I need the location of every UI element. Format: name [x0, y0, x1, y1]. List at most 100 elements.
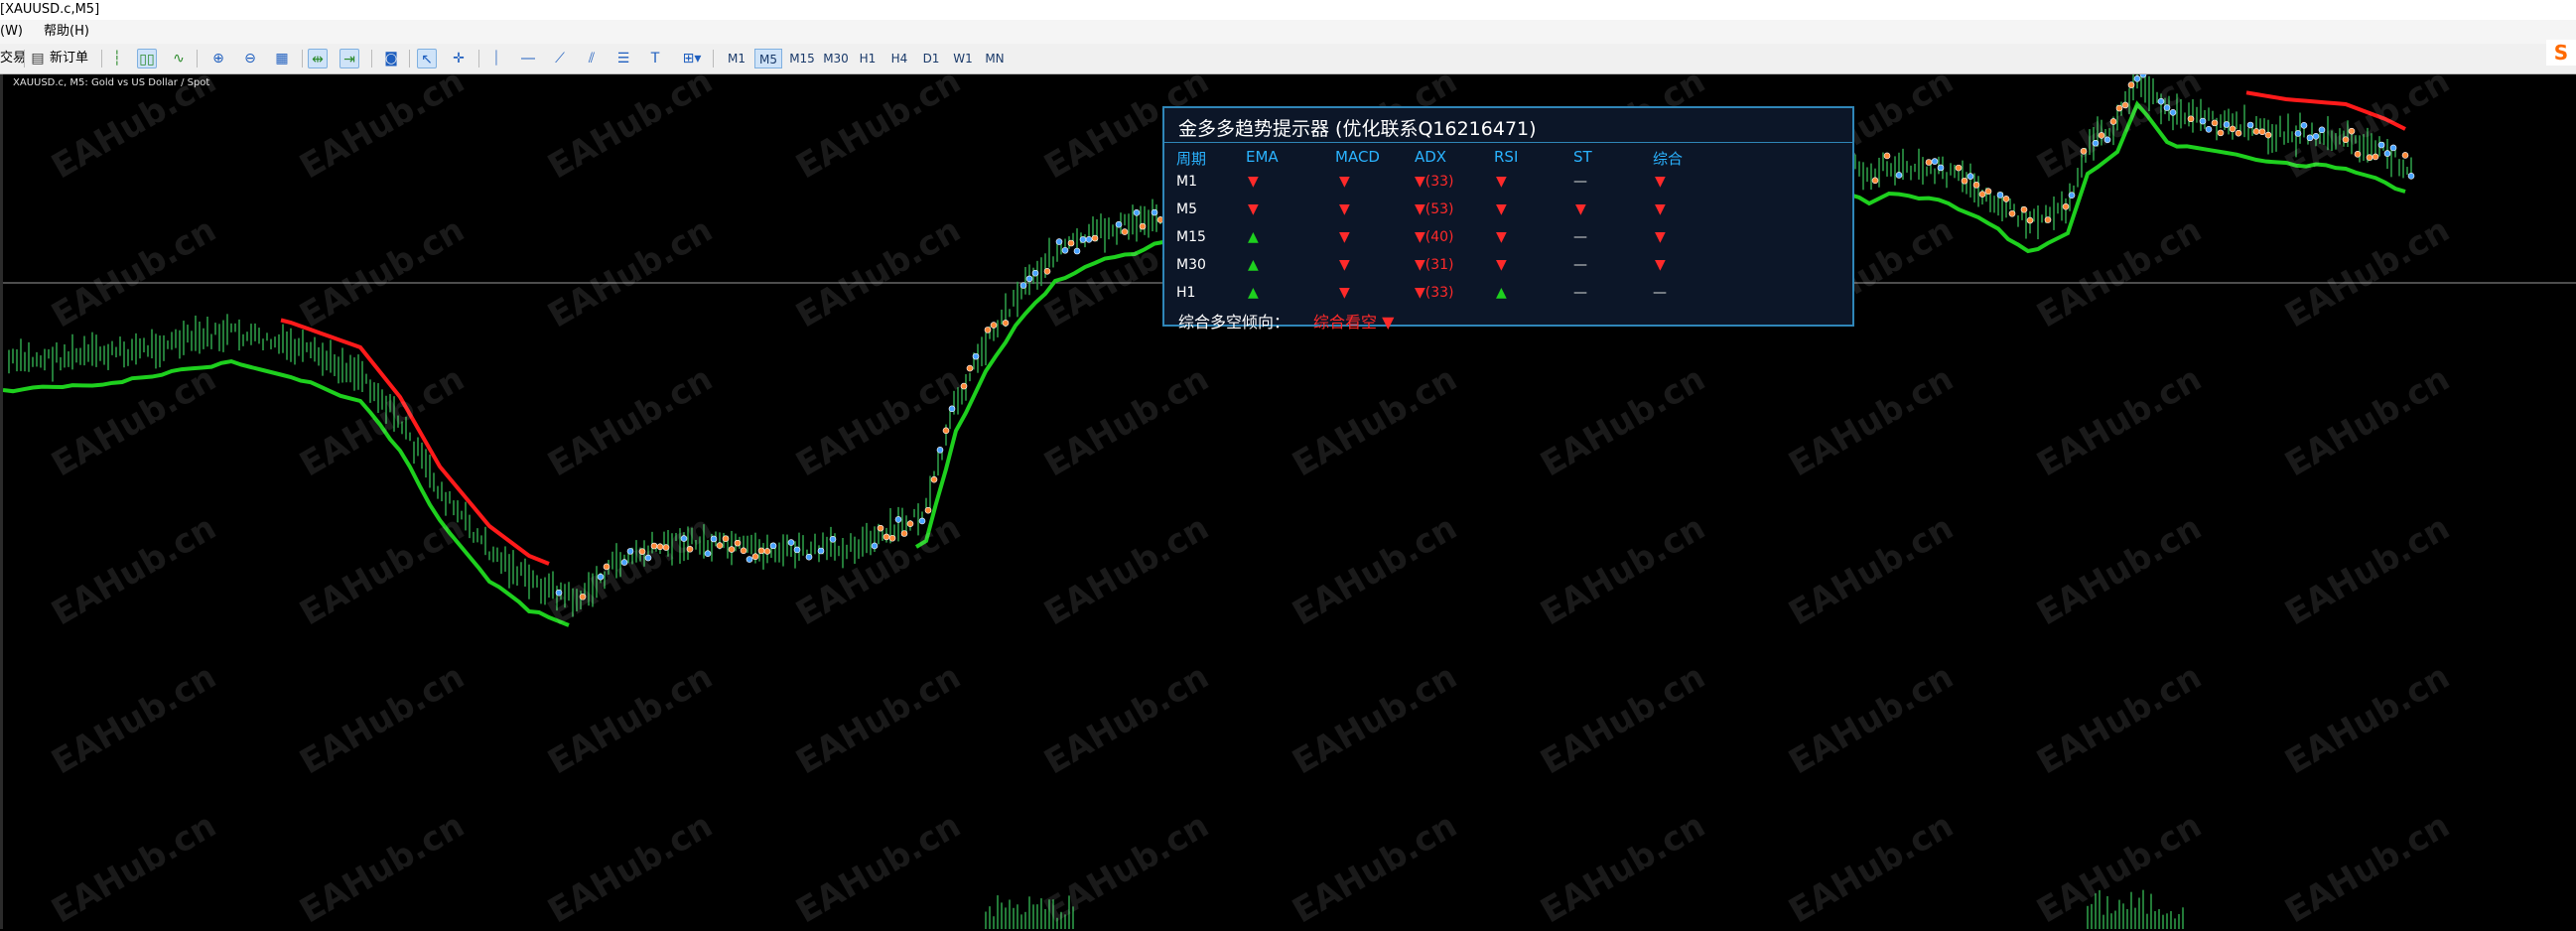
signal-marker — [1002, 320, 1010, 327]
channel-icon[interactable]: ⫽ — [582, 49, 602, 68]
signal-marker — [1151, 208, 1158, 216]
signal-marker — [1883, 152, 1891, 160]
signal-marker — [2044, 216, 2052, 223]
line-chart-icon[interactable]: ∿ — [169, 49, 189, 68]
signal-marker — [2002, 196, 2010, 202]
new-order-icon[interactable]: ▤ — [28, 49, 48, 68]
row-m30-adx: ▼(31) — [1415, 257, 1454, 273]
fibonacci-icon[interactable]: ☰ — [613, 49, 633, 68]
signal-marker — [2235, 129, 2242, 137]
row-h1-rsi: ▲ — [1496, 285, 1507, 301]
cursor-icon[interactable]: ↖ — [417, 49, 437, 68]
trendline-icon[interactable]: ⟋ — [550, 49, 570, 68]
timeframe-h1[interactable]: H1 — [854, 49, 881, 68]
header-summary: 综合 — [1653, 150, 1684, 168]
panel-title: 金多多趋势提示器 (优化联系Q16216471) — [1178, 118, 1537, 140]
signal-marker — [2217, 129, 2225, 137]
timeframe-m15[interactable]: M15 — [786, 49, 818, 68]
signal-marker — [817, 547, 825, 555]
signal-marker — [877, 524, 884, 532]
screenshot-icon[interactable]: ◙ — [381, 49, 401, 68]
signal-marker — [769, 542, 777, 550]
bar-chart-icon[interactable]: ┆ — [107, 49, 127, 68]
signal-marker — [2300, 121, 2308, 129]
signal-marker — [924, 506, 932, 514]
signal-marker — [734, 539, 742, 547]
signal-marker — [2372, 153, 2379, 161]
signal-marker — [2389, 144, 2397, 152]
row-m30-ema: ▲ — [1248, 257, 1259, 273]
menu-help[interactable]: 帮助(H) — [44, 22, 89, 42]
window-titlebar: [XAUUSD.c,M5] — [0, 0, 2576, 20]
signal-marker — [984, 327, 992, 333]
signal-marker — [972, 352, 980, 360]
signal-marker — [2258, 128, 2266, 136]
signal-marker — [2020, 205, 2028, 213]
header-macd: MACD — [1335, 148, 1380, 166]
row-m5-period: M5 — [1176, 201, 1197, 217]
signal-marker — [2133, 75, 2141, 82]
signal-marker — [740, 547, 747, 555]
signal-marker — [1978, 191, 1986, 198]
signal-marker — [793, 546, 801, 554]
zoom-in-icon[interactable]: ⊕ — [208, 49, 228, 68]
row-m1-ema: ▼ — [1248, 174, 1259, 190]
horizontal-line-icon[interactable]: ― — [518, 49, 538, 68]
vertical-line-icon[interactable]: ⏐ — [486, 49, 506, 68]
signal-marker — [942, 427, 950, 435]
timeframe-mn[interactable]: MN — [981, 49, 1009, 68]
signal-marker — [751, 553, 759, 561]
signal-marker — [716, 542, 724, 549]
row-m15-st: — — [1573, 229, 1587, 245]
signal-marker — [2127, 81, 2135, 88]
menu-window[interactable]: (W) — [0, 22, 23, 42]
header-rsi: RSI — [1494, 148, 1519, 166]
signal-marker — [1115, 220, 1123, 228]
signal-marker — [1925, 159, 1933, 166]
panel-divider — [1164, 142, 1852, 143]
auto-scroll-icon[interactable]: ⇹ — [308, 49, 328, 68]
row-h1-ema: ▲ — [1248, 285, 1259, 301]
signal-marker — [746, 556, 753, 563]
row-m1-period: M1 — [1176, 174, 1197, 190]
signal-marker — [1871, 177, 1879, 185]
zoom-out-icon[interactable]: ⊖ — [240, 49, 260, 68]
signal-marker — [1931, 158, 1939, 165]
timeframe-m30[interactable]: M30 — [820, 49, 852, 68]
header-period: 周期 — [1176, 150, 1207, 168]
trade-button[interactable]: 交易 — [0, 48, 26, 69]
signal-marker — [2401, 152, 2409, 159]
row-m5-st: ▼ — [1575, 201, 1586, 217]
row-m1-st: — — [1573, 174, 1587, 190]
row-h1-macd: ▼ — [1339, 285, 1350, 301]
row-m1-macd: ▼ — [1339, 174, 1350, 190]
toolbar-separator — [302, 50, 303, 67]
summary-value: 综合看空 ▼ — [1313, 313, 1395, 332]
signal-marker — [1966, 173, 1974, 180]
chart-shift-icon[interactable]: ⇥ — [339, 49, 359, 68]
row-m5-macd: ▼ — [1339, 201, 1350, 217]
signal-marker — [894, 516, 902, 523]
signal-marker — [2264, 131, 2272, 139]
price-chart[interactable]: XAUUSD.c, M5: Gold vs US Dollar / Spot E… — [0, 62, 2576, 931]
timeframe-m1[interactable]: M1 — [723, 49, 750, 68]
signal-marker — [2205, 126, 2213, 133]
grid-icon[interactable]: ▦ — [272, 49, 292, 68]
signal-marker — [1061, 246, 1069, 254]
signal-marker — [2223, 121, 2231, 128]
timeframe-w1[interactable]: W1 — [949, 49, 977, 68]
timeframe-h4[interactable]: H4 — [885, 49, 913, 68]
signal-marker — [1895, 172, 1903, 179]
row-m15-rsi: ▼ — [1496, 229, 1507, 245]
signal-marker — [2062, 202, 2070, 210]
signal-marker — [1984, 188, 1992, 196]
text-icon[interactable]: T — [645, 49, 665, 68]
signal-marker — [2139, 74, 2147, 78]
signal-marker — [1025, 275, 1033, 283]
signal-marker — [1133, 208, 1141, 216]
signal-marker — [2199, 117, 2207, 125]
signal-marker — [787, 539, 795, 546]
candlestick-chart-icon[interactable]: ▯▯ — [137, 49, 157, 68]
new-order-button[interactable]: 新订单 — [50, 48, 88, 69]
timeframe-m5[interactable]: M5 — [754, 49, 782, 68]
